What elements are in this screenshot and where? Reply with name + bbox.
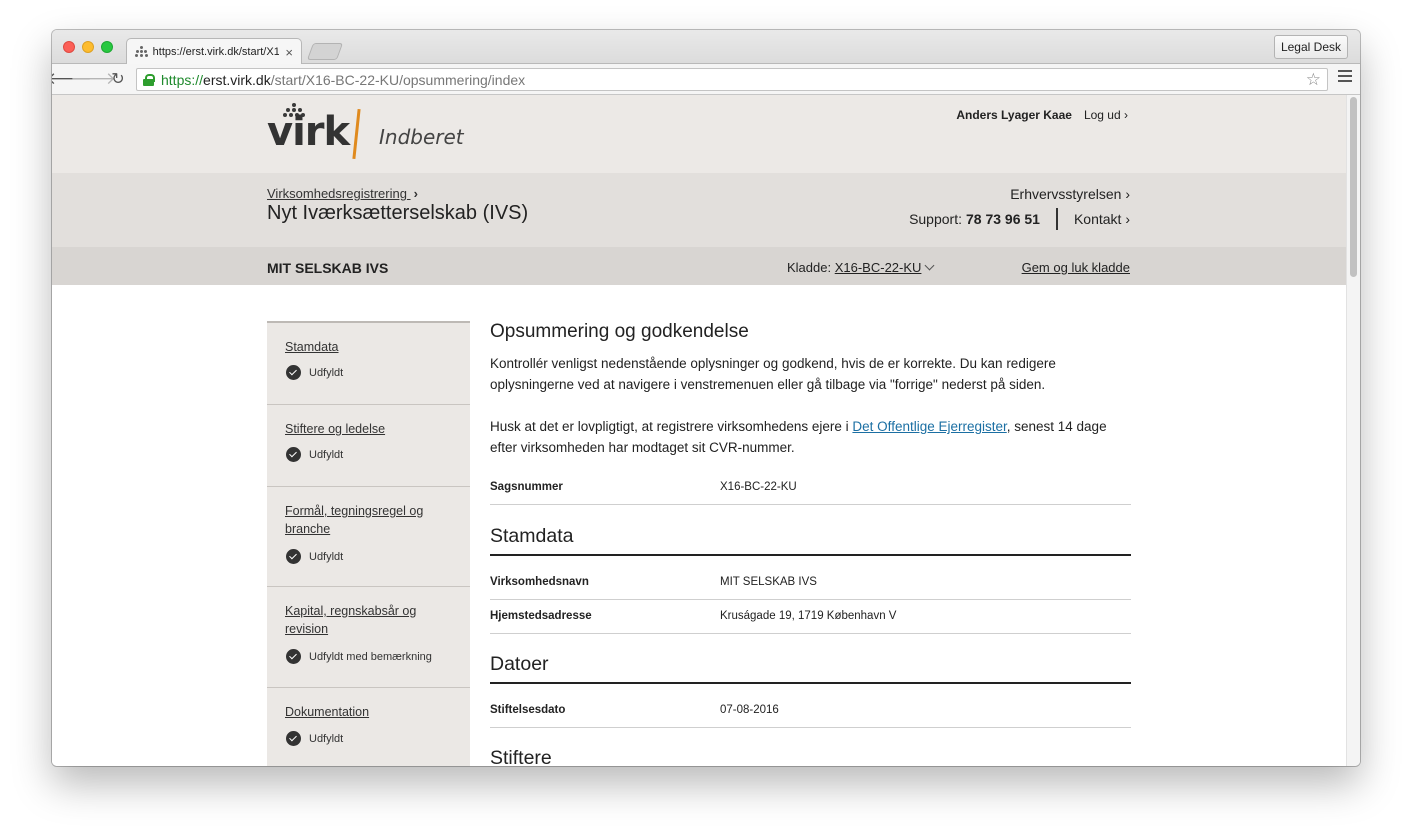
site-header: [52, 95, 1346, 173]
case-header: [52, 173, 1346, 247]
close-window-button[interactable]: [63, 41, 75, 53]
authority-link[interactable]: Erhvervsstyrelsen ›: [1010, 186, 1130, 202]
check-circle-icon: [286, 447, 301, 462]
sidebar-item-link[interactable]: Dokumentation: [285, 703, 455, 721]
tab-strip: https://erst.virk.dk/start/X16-BC-22-KU/…: [52, 30, 1360, 65]
forward-arrow-icon[interactable]: 🡒: [70, 69, 116, 89]
support-phone: 78 73 96 51: [966, 211, 1040, 227]
table-row: Virksomhedsnavn MIT SELSKAB IVS: [490, 566, 1131, 600]
row-label: Sagsnummer: [490, 481, 563, 493]
support-info: Support: 78 73 96 51 Kontakt ›: [909, 208, 1130, 230]
scrollbar-thumb[interactable]: [1350, 97, 1357, 277]
browser-menu-icon[interactable]: [1338, 70, 1352, 84]
tab-title: https://erst.virk.dk/start/X16-BC-22-KU/…: [152, 46, 280, 58]
lock-icon: [143, 73, 155, 86]
user-area: Anders Lyager Kaae Log ud ›: [956, 108, 1128, 122]
page-viewport: virk Indberet Anders Lyager Kaae Log ud …: [52, 95, 1346, 766]
status-badge: Udfyldt: [286, 447, 343, 462]
page-scrollbar[interactable]: [1346, 95, 1360, 766]
status-badge: Udfyldt: [286, 549, 343, 564]
table-row: Hjemstedsadresse Kruságade 19, 1719 Købe…: [490, 600, 1131, 634]
sidebar-item-formaal: Formål, tegningsregel og branche Udfyldt: [267, 487, 470, 587]
row-label: Virksomhedsnavn: [490, 576, 589, 588]
logo-divider: [352, 108, 361, 160]
virk-favicon-icon: [135, 46, 149, 58]
row-value: MIT SELSKAB IVS: [720, 576, 817, 588]
section-heading: Datoer: [490, 653, 1131, 684]
browser-window: https://erst.virk.dk/start/X16-BC-22-KU/…: [52, 30, 1360, 766]
section-heading: Stamdata: [490, 525, 1131, 556]
breadcrumb[interactable]: Virksomhedsregistrering ›: [267, 186, 418, 201]
browser-toolbar: 🡐 🡒 ↻ https://erst.virk.dk/start/X16-BC-…: [52, 64, 1360, 95]
bookmark-star-icon[interactable]: ☆: [1306, 70, 1321, 90]
minimize-window-button[interactable]: [82, 41, 94, 53]
logo-text: virk: [267, 109, 350, 155]
contact-link[interactable]: Kontakt ›: [1074, 211, 1130, 227]
virk-logo[interactable]: virk Indberet: [267, 103, 467, 161]
check-circle-icon: [286, 365, 301, 380]
sidebar-item-dokumentation: Dokumentation Udfyldt: [267, 688, 470, 766]
reload-icon[interactable]: ↻: [108, 69, 128, 89]
sidebar: Stamdata Udfyldt Stiftere og ledelse Udf…: [267, 321, 470, 766]
row-value: X16-BC-22-KU: [720, 481, 797, 493]
check-circle-icon: [286, 549, 301, 564]
section-heading: Stiftere: [490, 747, 552, 766]
user-name: Anders Lyager Kaae: [956, 108, 1072, 122]
logo-subtitle: Indberet: [379, 125, 464, 149]
page-title: Nyt Iværksætterselskab (IVS): [267, 202, 529, 224]
save-close-draft-link[interactable]: Gem og luk kladde: [1022, 260, 1130, 275]
draft-bar: [52, 247, 1346, 285]
company-name: MIT SELSKAB IVS: [267, 260, 389, 276]
check-circle-icon: [286, 731, 301, 746]
row-value: 07-08-2016: [720, 704, 779, 716]
sidebar-item-link[interactable]: Formål, tegningsregel og branche: [285, 502, 455, 538]
owner-register-link[interactable]: Det Offentlige Ejerregister: [852, 419, 1006, 434]
legal-desk-button[interactable]: Legal Desk: [1273, 35, 1348, 59]
logout-link[interactable]: Log ud ›: [1084, 108, 1128, 122]
sidebar-item-link[interactable]: Stamdata: [285, 338, 455, 356]
browser-tab[interactable]: https://erst.virk.dk/start/X16-BC-22-KU/…: [126, 38, 302, 65]
status-badge: Udfyldt: [286, 731, 343, 746]
case-number-row: Sagsnummer X16-BC-22-KU: [490, 471, 1131, 505]
sidebar-item-link[interactable]: Kapital, regnskabsår og revision: [285, 602, 455, 638]
row-label: Stiftelsesdato: [490, 704, 566, 716]
status-badge: Udfyldt med bemærkning: [286, 649, 432, 664]
new-tab-button[interactable]: [306, 43, 344, 60]
summary-title: Opsummering og godkendelse: [490, 321, 749, 342]
status-badge: Udfyldt: [286, 365, 343, 380]
row-value: Kruságade 19, 1719 København V: [720, 610, 897, 622]
divider: [1055, 208, 1058, 230]
tab-close-icon[interactable]: ×: [285, 45, 293, 60]
draft-selector[interactable]: Kladde: X16-BC-22-KU: [787, 260, 935, 275]
sidebar-item-stamdata: Stamdata Udfyldt: [267, 323, 470, 405]
intro-text: Kontrollér venligst nedenstående oplysni…: [490, 356, 1056, 392]
sidebar-item-stiftere: Stiftere og ledelse Udfyldt: [267, 405, 470, 487]
draft-id: X16-BC-22-KU: [834, 260, 922, 275]
url-text: https://erst.virk.dk/start/X16-BC-22-KU/…: [161, 71, 526, 88]
check-circle-icon: [286, 649, 301, 664]
sidebar-item-link[interactable]: Stiftere og ledelse: [285, 420, 455, 438]
row-label: Hjemstedsadresse: [490, 610, 592, 622]
sidebar-item-kapital: Kapital, regnskabsår og revision Udfyldt…: [267, 587, 470, 688]
owner-register-notice: Husk at det er lovpligtigt, at registrer…: [490, 419, 1107, 455]
maximize-window-button[interactable]: [101, 41, 113, 53]
chevron-down-icon[interactable]: [924, 260, 935, 271]
table-row: Stiftelsesdato 07-08-2016: [490, 694, 1131, 728]
address-bar[interactable]: https://erst.virk.dk/start/X16-BC-22-KU/…: [136, 68, 1328, 91]
